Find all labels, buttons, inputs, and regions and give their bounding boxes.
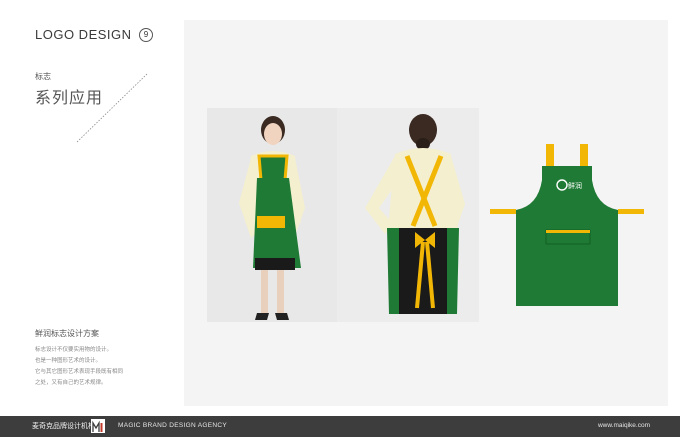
section-label-small: 标志 bbox=[35, 72, 51, 81]
description-title: 鲜润标志设计方案 bbox=[35, 329, 99, 338]
apron-flat-illustration: 鲜润 bbox=[490, 144, 644, 306]
description-line: 也是一种图形艺术的设计。 bbox=[35, 358, 102, 364]
page-title: LOGO DESIGN bbox=[35, 27, 132, 42]
diagonal-dotted-line bbox=[76, 73, 148, 143]
footer-website-link[interactable]: www.maiqike.com bbox=[598, 422, 650, 429]
apron-front-photo bbox=[207, 108, 337, 322]
woman-front-illustration bbox=[207, 108, 337, 322]
footer-bar: 麦奇克品牌设计机构 MAGIC BRAND DESIGN AGENCY www.… bbox=[0, 416, 680, 437]
description-line: 之处，又有自己的艺术规律。 bbox=[35, 380, 107, 386]
agency-logo-mark bbox=[91, 419, 105, 433]
description-line: 它与其它图形艺术表现手段既有相同 bbox=[35, 369, 124, 375]
waist-tie-right bbox=[618, 209, 644, 214]
description-line: 标志设计不仅要实用物的设计。 bbox=[35, 347, 113, 353]
brand-logo-text: 鲜润 bbox=[568, 181, 582, 190]
waist-tie-left bbox=[490, 209, 516, 214]
footer-agency-cn: 麦奇克品牌设计机构 bbox=[32, 422, 95, 430]
footer-agency-en: MAGIC BRAND DESIGN AGENCY bbox=[118, 422, 227, 429]
sidebar: LOGO DESIGN 9 标志 系列应用 鲜润标志设计方案 标志设计不仅要实用… bbox=[0, 0, 184, 416]
page-number-badge: 9 bbox=[139, 28, 153, 42]
apron-pocket-trim bbox=[546, 230, 590, 233]
apron-back-photo bbox=[337, 108, 479, 322]
agency-logo-icon bbox=[92, 420, 104, 433]
woman-back-illustration bbox=[337, 108, 479, 322]
